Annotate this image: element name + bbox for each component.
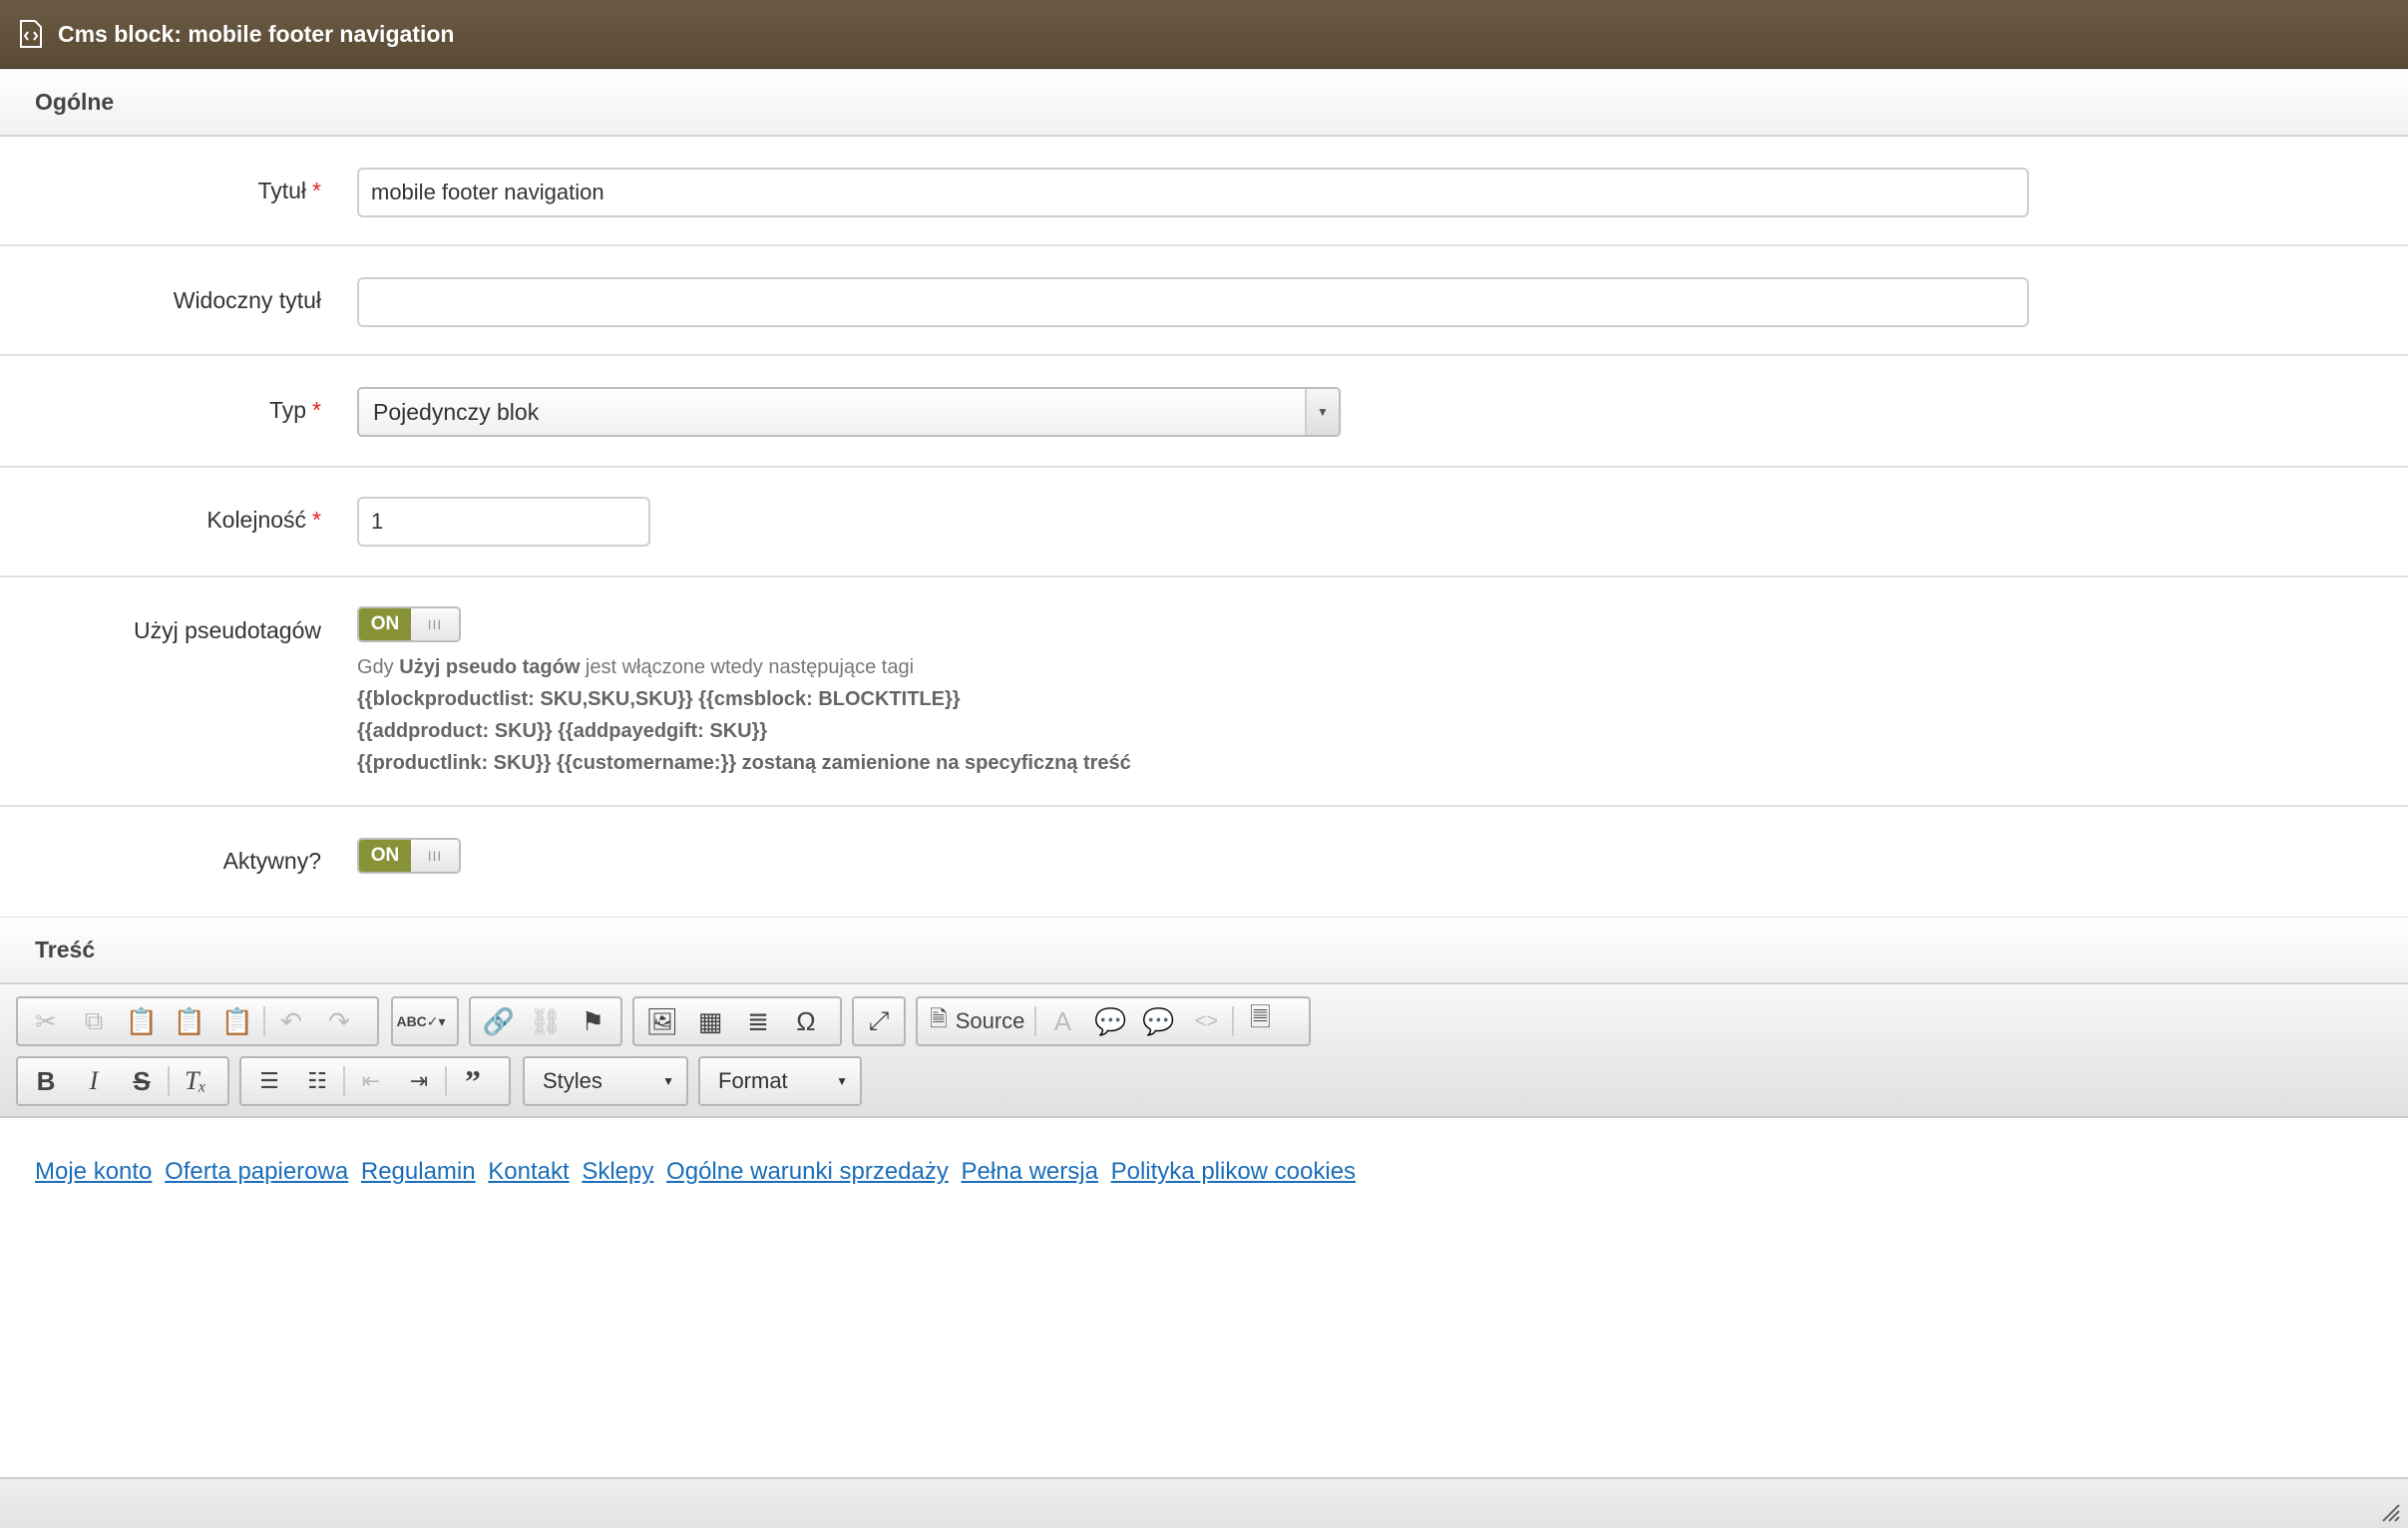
horizontal-line-icon[interactable]: ≣ <box>734 999 782 1043</box>
link-pelna-wersja[interactable]: Pełna wersja <box>962 1158 1098 1185</box>
toolbar-separator <box>168 1066 170 1096</box>
section-general: Ogólne <box>0 69 2408 137</box>
link-polityka-cookies[interactable]: Polityka plikow cookies <box>1111 1158 1356 1185</box>
link-oferta-papierowa[interactable]: Oferta papierowa <box>165 1158 348 1185</box>
toolbar-separator <box>263 1006 265 1036</box>
form-row-pseudotags: Użyj pseudotagów ON III Gdy Użyj pseudo … <box>0 577 2408 807</box>
anchor-flag-icon[interactable]: ⚑ <box>570 999 616 1043</box>
link-icon[interactable]: 🔗 <box>475 999 522 1043</box>
type-label: Typ * <box>268 397 321 423</box>
redo-icon[interactable]: ↷ <box>315 999 363 1043</box>
form-row-visible-title: Widoczny tytuł <box>0 246 2408 356</box>
italic-icon[interactable]: I <box>70 1059 118 1103</box>
form-row-order: Kolejność * 1 <box>0 468 2408 577</box>
toggle-grip-icon: III <box>411 840 459 872</box>
pseudotags-help: Gdy Użyj pseudo tagów jest włączone wted… <box>357 656 1131 774</box>
type-select-value: Pojedynczy blok <box>373 398 540 425</box>
paste-icon[interactable]: 📋 <box>118 999 166 1043</box>
section-content: Treść <box>0 917 2408 984</box>
copy-icon[interactable]: ⧉ <box>70 999 118 1043</box>
pseudotags-toggle[interactable]: ON III <box>357 606 461 642</box>
editor-content-area[interactable]: Moje konto Oferta papierowa Regulamin Ko… <box>0 1120 2408 1479</box>
editor-statusbar <box>0 1477 2408 1528</box>
section-content-title: Treść <box>35 937 96 962</box>
cut-icon[interactable]: ✂ <box>22 999 70 1043</box>
window-titlebar: Cms block: mobile footer navigation <box>0 0 2408 69</box>
code-file-icon <box>20 20 42 48</box>
list-group: ☰ ☷ ⇤ ⇥ ” <box>239 1056 511 1106</box>
visible-title-label: Widoczny tytuł <box>173 287 321 313</box>
strikethrough-icon[interactable]: S <box>118 1059 166 1103</box>
maximize-group: ⤢ <box>852 996 906 1046</box>
order-label: Kolejność * <box>206 507 321 533</box>
title-input[interactable]: mobile footer navigation <box>357 168 2029 217</box>
window-title: Cms block: mobile footer navigation <box>58 20 455 47</box>
toggle-grip-icon: III <box>411 608 459 640</box>
paste-word-icon[interactable]: 📋 <box>213 999 261 1043</box>
insert-group: 🖼 ▦ ≣ Ω <box>632 996 842 1046</box>
bold-icon[interactable]: B <box>22 1059 70 1103</box>
toggle-on-label: ON <box>359 608 411 640</box>
resize-handle-icon[interactable] <box>2382 1504 2400 1522</box>
form-row-active: Aktywny? ON III <box>0 807 2408 917</box>
active-toggle[interactable]: ON III <box>357 838 461 874</box>
section-general-title: Ogólne <box>35 89 115 115</box>
link-sklepy[interactable]: Sklepy <box>582 1158 653 1185</box>
basic-styles-group: B I S Tₓ <box>16 1056 229 1106</box>
form-row-title: Tytuł * mobile footer navigation <box>0 137 2408 246</box>
blockquote-icon[interactable]: ” <box>449 1059 497 1103</box>
active-label: Aktywny? <box>222 848 321 874</box>
comment-icon[interactable]: 💬 <box>1086 999 1134 1043</box>
numbered-list-icon[interactable]: ☰ <box>245 1059 293 1103</box>
toolbar-separator <box>1232 1006 1235 1036</box>
special-char-icon[interactable]: Ω <box>782 999 830 1043</box>
editor-toolbar: ✂ ⧉ 📋 📋 📋 ↶ ↷ ABC✓▾ 🔗 ⛓ ⚑ 🖼 ▦ ≣ Ω ⤢ 🗎 So… <box>0 984 2408 1118</box>
type-select[interactable]: Pojedynczy blok ▼ <box>357 387 1341 437</box>
link-kontakt[interactable]: Kontakt <box>488 1158 569 1185</box>
code-icon[interactable]: <> <box>1182 999 1230 1043</box>
table-icon[interactable]: ▦ <box>686 999 734 1043</box>
text-style-icon[interactable]: A <box>1038 999 1086 1043</box>
form-row-type: Typ * Pojedynczy blok ▼ <box>0 356 2408 468</box>
visible-title-input[interactable] <box>357 277 2029 327</box>
source-file-icon: 🗎 <box>930 1006 948 1031</box>
undo-icon[interactable]: ↶ <box>267 999 315 1043</box>
indent-icon[interactable]: ⇥ <box>395 1059 443 1103</box>
maximize-icon[interactable]: ⤢ <box>858 999 900 1043</box>
toolbar-separator <box>343 1066 345 1096</box>
link-group: 🔗 ⛓ ⚑ <box>469 996 622 1046</box>
spellcheck-icon[interactable]: ABC✓▾ <box>396 999 445 1043</box>
link-ogolne-warunki[interactable]: Ogólne warunki sprzedaży <box>666 1158 949 1185</box>
link-moje-konto[interactable]: Moje konto <box>35 1158 152 1185</box>
styles-dropdown[interactable]: Styles ▼ <box>523 1056 688 1106</box>
format-dropdown[interactable]: Format ▼ <box>698 1056 862 1106</box>
toggle-on-label: ON <box>359 840 411 872</box>
link-regulamin[interactable]: Regulamin <box>361 1158 476 1185</box>
source-button[interactable]: 🗎 Source <box>922 999 1032 1043</box>
paste-text-icon[interactable]: 📋 <box>166 999 213 1043</box>
outdent-icon[interactable]: ⇤ <box>347 1059 395 1103</box>
image-icon[interactable]: 🖼 <box>638 999 686 1043</box>
clipboard-group: ✂ ⧉ 📋 📋 📋 ↶ ↷ <box>16 996 379 1046</box>
caret-down-icon: ▼ <box>662 1074 674 1088</box>
unlink-icon[interactable]: ⛓ <box>522 999 569 1043</box>
spellcheck-group: ABC✓▾ <box>391 996 459 1046</box>
document-icon[interactable]: 🗏 <box>1236 999 1284 1043</box>
bulleted-list-icon[interactable]: ☷ <box>293 1059 341 1103</box>
caret-down-icon: ▼ <box>836 1074 848 1088</box>
remove-format-icon[interactable]: Tₓ <box>172 1059 219 1103</box>
dropdown-arrow-icon[interactable]: ▼ <box>1305 389 1339 435</box>
title-label: Tytuł * <box>257 178 321 203</box>
pseudotags-label: Użyj pseudotagów <box>134 617 321 643</box>
remove-comment-icon[interactable]: 💬 <box>1134 999 1182 1043</box>
toolbar-separator <box>1034 1006 1037 1036</box>
order-input[interactable]: 1 <box>357 497 650 547</box>
footer-links: Moje konto Oferta papierowa Regulamin Ko… <box>35 1158 1362 1186</box>
toolbar-separator <box>445 1066 447 1096</box>
source-group: 🗎 Source A 💬 💬 <> 🗏 <box>916 996 1311 1046</box>
